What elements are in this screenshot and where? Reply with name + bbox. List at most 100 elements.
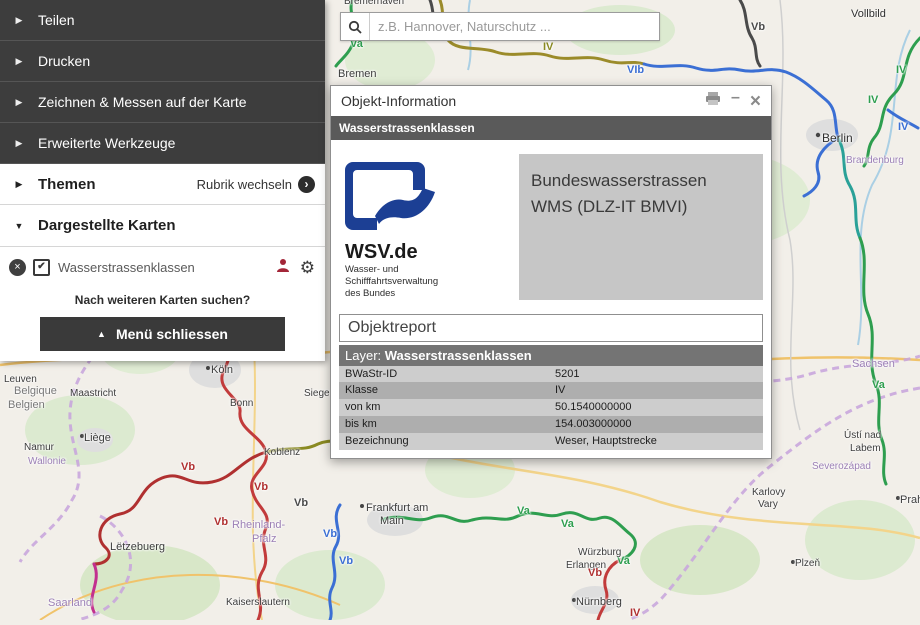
- row-value: 154.003000000: [549, 416, 763, 433]
- object-information-dialog: Objekt-Information – × Wasserstrassenkla…: [330, 85, 772, 459]
- search-more-maps-link[interactable]: Nach weiteren Karten suchen?: [0, 287, 325, 311]
- table-row: BWaStr-ID 5201: [339, 366, 763, 383]
- map-label: Würzburg: [578, 547, 621, 558]
- map-label: Kaiserslautern: [226, 597, 290, 608]
- close-menu-button[interactable]: ▲ Menü schliessen: [40, 317, 285, 351]
- layer-info-person-icon[interactable]: [276, 258, 290, 277]
- map-label: Vb: [254, 481, 268, 493]
- chevron-right-circle-icon[interactable]: ›: [298, 176, 315, 193]
- chevron-right-icon: ▶: [0, 97, 38, 108]
- map-label: Vary: [758, 499, 778, 510]
- dialog-title: Objekt-Information: [341, 93, 705, 109]
- row-value: IV: [549, 382, 763, 399]
- row-label: von km: [339, 399, 549, 416]
- map-label: Vb: [751, 21, 765, 33]
- remove-layer-icon[interactable]: ×: [9, 259, 26, 276]
- map-label: Bremerhaven: [344, 0, 404, 7]
- dialog-header[interactable]: Objekt-Information – ×: [331, 86, 771, 116]
- close-icon[interactable]: ×: [750, 92, 761, 111]
- layer-label: Wasserstrassenklassen: [58, 260, 276, 275]
- sidebar-item-dargestellte-karten[interactable]: ▼ Dargestellte Karten: [0, 205, 325, 247]
- row-label: Klasse: [339, 382, 549, 399]
- map-label: Vb: [294, 497, 308, 509]
- map-label: Frankfurt am: [366, 502, 428, 514]
- chevron-right-icon: ▶: [0, 56, 38, 67]
- map-label: Karlovy: [752, 487, 785, 498]
- wsv-brand-text: WSV.de: [345, 241, 513, 264]
- sidebar-item-zeichnen-messen[interactable]: ▶ Zeichnen & Messen auf der Karte: [0, 82, 325, 123]
- print-icon[interactable]: [705, 92, 721, 110]
- map-label: Vb: [588, 567, 602, 579]
- objektreport-title: Objektreport: [339, 314, 763, 342]
- map-label: Bonn: [230, 398, 253, 409]
- table-row: von km 50.1540000000: [339, 399, 763, 416]
- themen-label: Themen: [38, 176, 96, 193]
- object-report-table: Layer: Wasserstrassenklassen BWaStr-ID 5…: [339, 345, 763, 450]
- row-label: BWaStr-ID: [339, 366, 549, 383]
- rubrik-wechseln-link[interactable]: Rubrik wechseln: [197, 177, 292, 192]
- map-label: Lëtzebuerg: [110, 541, 165, 553]
- map-label: Belgique: [14, 385, 57, 397]
- sidebar-item-teilen[interactable]: ▶ Teilen: [0, 0, 325, 41]
- search-icon[interactable]: [341, 13, 370, 40]
- map-label: Va: [872, 379, 885, 391]
- sidebar-item-drucken[interactable]: ▶ Drucken: [0, 41, 325, 82]
- sidebar-item-label: Teilen: [38, 12, 75, 28]
- map-label: IV: [868, 94, 878, 106]
- map-label: VIb: [627, 64, 644, 76]
- chevron-right-icon: ▶: [0, 179, 38, 190]
- map-label: Ústí nad: [844, 430, 881, 441]
- wsv-logo-icon: [345, 158, 441, 230]
- search-input[interactable]: [370, 13, 659, 40]
- table-row: Bezeichnung Weser, Hauptstrecke: [339, 433, 763, 450]
- layer-settings-gear-icon[interactable]: ⚙: [300, 259, 315, 276]
- map-search: [340, 12, 660, 41]
- maps-section-label: Dargestellte Karten: [38, 217, 176, 234]
- sidebar-item-erweiterte-werkzeuge[interactable]: ▶ Erweiterte Werkzeuge: [0, 123, 325, 164]
- map-label: Maastricht: [70, 388, 116, 399]
- layer-name: Wasserstrassenklassen: [385, 348, 532, 363]
- map-label: Namur: [24, 442, 54, 453]
- map-label: IV: [543, 41, 553, 53]
- map-label: Vb: [323, 528, 337, 540]
- wsv-caption-line: Wasser- und: [345, 264, 513, 276]
- row-value: 50.1540000000: [549, 399, 763, 416]
- layer-row-wasserstrassenklassen: × ✔ Wasserstrassenklassen ⚙: [0, 247, 325, 287]
- layer-prefix: Layer:: [345, 348, 381, 363]
- map-label: Praha: [900, 494, 920, 506]
- map-label: Severozápad: [812, 461, 871, 472]
- table-layer-header: Layer: Wasserstrassenklassen: [339, 345, 763, 366]
- map-label: Main: [380, 515, 404, 527]
- table-row: bis km 154.003000000: [339, 416, 763, 433]
- map-label: IV: [630, 607, 640, 619]
- map-label: Bremen: [338, 68, 377, 80]
- chevron-right-icon: ▶: [0, 138, 38, 149]
- map-label: Sachsen: [852, 358, 895, 370]
- map-label: Köln: [211, 364, 233, 376]
- map-label: Wallonie: [28, 456, 66, 467]
- map-label: Koblenz: [264, 447, 300, 458]
- layer-visibility-checkbox[interactable]: ✔: [33, 259, 50, 276]
- sidebar-item-label: Erweiterte Werkzeuge: [38, 135, 175, 151]
- map-label: Vb: [214, 516, 228, 528]
- row-value: Weser, Hauptstrecke: [549, 433, 763, 450]
- sidebar-item-label: Drucken: [38, 53, 90, 69]
- map-label: Vb: [339, 555, 353, 567]
- sidebar-item-themen[interactable]: ▶ Themen Rubrik wechseln ›: [0, 164, 325, 205]
- table-row: Klasse IV: [339, 382, 763, 399]
- map-label: IV: [898, 121, 908, 133]
- map-label: Labem: [850, 443, 881, 454]
- chevron-down-icon: ▼: [0, 221, 38, 231]
- fullscreen-toggle[interactable]: Vollbild: [851, 8, 886, 20]
- minimize-icon[interactable]: –: [731, 90, 740, 106]
- wsv-caption-line: des Bundes: [345, 288, 513, 300]
- wsv-caption-line: Schifffahrtsverwaltung: [345, 276, 513, 288]
- map-label: Nürnberg: [576, 596, 622, 608]
- map-label: Pfalz: [252, 533, 276, 545]
- map-label: IV: [896, 64, 906, 76]
- service-title-box: Bundeswasserstrassen WMS (DLZ-IT BMVI): [519, 154, 763, 300]
- dialog-layer-bar: Wasserstrassenklassen: [331, 116, 771, 140]
- map-label: Va: [517, 505, 530, 517]
- map-label: Va: [561, 518, 574, 530]
- map-label: Rheinland-: [232, 519, 285, 531]
